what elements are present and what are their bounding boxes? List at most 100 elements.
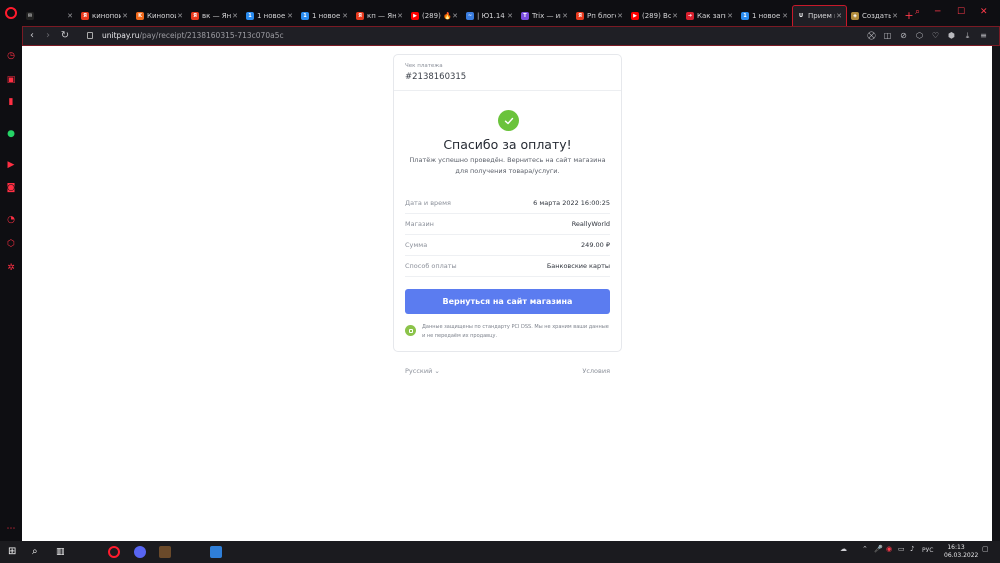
shop-icon[interactable]: ▣: [6, 75, 16, 85]
whatsapp-icon[interactable]: ●: [6, 129, 16, 139]
receipt-row: Сумма 249.00 ₽: [405, 235, 610, 256]
close-window-button[interactable]: ✕: [980, 7, 988, 17]
opera-logo-icon[interactable]: [5, 7, 17, 19]
lock-icon[interactable]: [87, 32, 93, 39]
receipt-row-value: ReallyWorld: [571, 220, 610, 228]
tab-close-icon[interactable]: ✕: [726, 12, 734, 20]
start-windows-icon[interactable]: ⊞: [8, 546, 20, 558]
browser-tab[interactable]: Якп — Ян ✕: [352, 5, 407, 26]
browser-tab[interactable]: 11 новое с✕: [737, 5, 792, 26]
input-language[interactable]: РУС: [922, 547, 933, 554]
url-field[interactable]: unitpay.ru/pay/receipt/2138160315-713c07…: [102, 31, 284, 40]
tab-close-icon[interactable]: ✕: [671, 12, 679, 20]
terms-link[interactable]: Условия: [582, 367, 610, 375]
microphone-icon[interactable]: 🎤: [874, 545, 883, 553]
tab-label: вк — Ян: [202, 11, 231, 20]
more-icon[interactable]: ⋯: [6, 524, 16, 534]
browser-tab[interactable]: TTrix — игр✕: [517, 5, 572, 26]
history-icon[interactable]: ◔: [6, 215, 16, 225]
tab-close-icon[interactable]: ✕: [66, 12, 74, 20]
menu-icon[interactable]: ≡: [978, 30, 989, 42]
tab-close-icon[interactable]: ✕: [121, 12, 129, 20]
browser-tab[interactable]: UПрием п✕: [792, 5, 847, 26]
tab-label: кп — Ян: [367, 11, 396, 20]
browser-tab[interactable]: KКинопоиск✕: [132, 5, 187, 26]
tab-close-icon[interactable]: ✕: [396, 12, 404, 20]
minecraft-taskbar-icon[interactable]: [159, 546, 171, 558]
tab-close-icon[interactable]: ✕: [835, 12, 843, 20]
notifications-icon[interactable]: ▢: [982, 545, 989, 553]
player-icon[interactable]: ▶: [6, 160, 16, 170]
browser-tab[interactable]: Якинопоиск✕: [77, 5, 132, 26]
tab-close-icon[interactable]: ✕: [781, 12, 789, 20]
thanks-title: Спасибо за оплату!: [443, 137, 572, 152]
return-to-shop-button[interactable]: Вернуться на сайт магазина: [405, 289, 610, 314]
volume-icon[interactable]: ♪: [910, 545, 914, 553]
receipt-label: Чек платежа: [405, 63, 443, 69]
browser-tab[interactable]: Явк — Ян ✕: [187, 5, 242, 26]
opera-taskbar-icon[interactable]: [108, 546, 120, 558]
browser-tab[interactable]: ✉ ✕: [22, 5, 77, 26]
maximize-button[interactable]: ☐: [957, 7, 965, 17]
camera-icon[interactable]: ◫: [882, 30, 893, 42]
receipt-row-value: 6 марта 2022 16:00:25: [533, 199, 610, 207]
network-icon[interactable]: ▭: [898, 545, 905, 553]
cube-icon[interactable]: ⬡: [6, 239, 16, 249]
receipt-row: Способ оплаты Банковские карты: [405, 256, 610, 277]
receipt-row: Магазин ReallyWorld: [405, 214, 610, 235]
receipt-card: Чек платежа #2138160315 Спасибо за оплат…: [393, 54, 622, 352]
speed-dial-icon[interactable]: ◷: [6, 51, 16, 61]
tab-label: (289) 🔥: [422, 11, 451, 20]
download-icon[interactable]: ⤓: [962, 30, 973, 42]
tab-close-icon[interactable]: ✕: [561, 12, 569, 20]
browser-tab[interactable]: ЯРп блогер✕: [572, 5, 627, 26]
minimize-button[interactable]: ─: [935, 7, 940, 17]
browser-tab[interactable]: ~ | Ю1.14 ✕: [462, 5, 517, 26]
tab-label: Рп блогер: [587, 11, 616, 20]
settings-icon[interactable]: ✲: [6, 263, 16, 273]
tab-close-icon[interactable]: ✕: [176, 12, 184, 20]
search-icon[interactable]: ⌕: [32, 546, 44, 558]
browser-tab[interactable]: ▶(289) Вся✕: [627, 5, 682, 26]
weather-icon[interactable]: ☁: [840, 545, 847, 553]
tab-close-icon[interactable]: ✕: [506, 12, 514, 20]
tab-close-icon[interactable]: ✕: [451, 12, 459, 20]
receipt-number: #2138160315: [405, 72, 467, 82]
discord-taskbar-icon[interactable]: [134, 546, 146, 558]
instagram-icon[interactable]: ◙: [6, 183, 16, 193]
language-selector[interactable]: Русский ⌄: [405, 367, 440, 375]
adblock-icon[interactable]: ⊘: [898, 30, 909, 42]
forward-button[interactable]: ›: [42, 30, 54, 41]
tab-favicon-icon: 1: [301, 11, 309, 20]
tab-close-icon[interactable]: ✕: [891, 12, 899, 20]
tab-close-icon[interactable]: ✕: [286, 12, 294, 20]
heart-icon[interactable]: ♡: [930, 30, 941, 42]
new-tab-button[interactable]: +: [902, 5, 916, 26]
vpn-icon[interactable]: ⛒: [866, 30, 877, 42]
antivirus-icon[interactable]: ◉: [886, 545, 892, 553]
wallet-icon[interactable]: ⬢: [946, 30, 957, 42]
browser-tab[interactable]: ➜Как запи✕: [682, 5, 737, 26]
system-clock[interactable]: 16:13 06.03.2022: [944, 544, 978, 560]
security-note: Данные защищены по стандарту PCI DSS. Мы…: [405, 323, 610, 341]
task-view-icon[interactable]: ▥: [56, 546, 68, 558]
browser-tab[interactable]: 11 новое с✕: [297, 5, 352, 26]
windows-taskbar: ⊞ ⌕ ▥ ☁ ⌃ 🎤 ◉ ▭ ♪ РУС 16:13 06.03.2022 ▢: [0, 541, 1000, 563]
tab-label: Прием п: [808, 12, 835, 20]
tray-chevron-icon[interactable]: ⌃: [862, 545, 868, 553]
tab-close-icon[interactable]: ✕: [231, 12, 239, 20]
extensions-icon[interactable]: ⬡: [914, 30, 925, 42]
receipt-row-key: Дата и время: [405, 199, 451, 207]
back-button[interactable]: ‹: [26, 30, 38, 41]
scrollbar-track[interactable]: [992, 46, 1000, 541]
browser-tab[interactable]: ▶ (289) 🔥 ✕: [407, 5, 462, 26]
search-tabs-icon[interactable]: ⌕: [915, 7, 920, 17]
tab-close-icon[interactable]: ✕: [616, 12, 624, 20]
browser-tab[interactable]: 11 новое ✕: [242, 5, 297, 26]
twitch-icon[interactable]: ▮: [6, 97, 16, 107]
tab-close-icon[interactable]: ✕: [341, 12, 349, 20]
photos-taskbar-icon[interactable]: [210, 546, 222, 558]
reload-button[interactable]: ↻: [59, 30, 71, 41]
security-text: Данные защищены по стандарту PCI DSS. Мы…: [422, 324, 609, 339]
browser-tab[interactable]: ◈ Создать ✕: [847, 5, 902, 26]
